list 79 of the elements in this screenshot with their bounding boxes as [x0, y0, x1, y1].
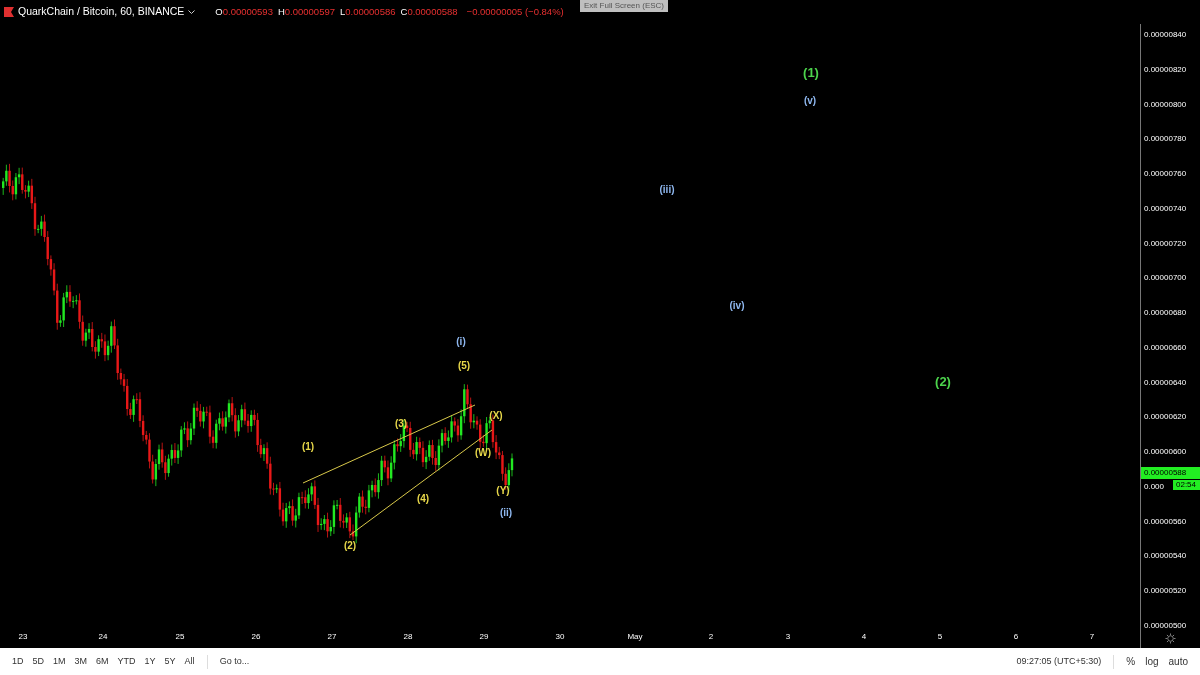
settings-icon[interactable] [1165, 632, 1176, 644]
time-tick-label: 26 [251, 633, 261, 641]
price-tick-label: 0.00000840 [1144, 31, 1187, 39]
range-button[interactable]: 1D [12, 654, 24, 669]
time-tick-label: 6 [1013, 633, 1019, 641]
price-tick-label: 0.00000680 [1144, 309, 1187, 318]
price-tick-label: 0.00000540 [1144, 552, 1187, 561]
time-tick-label: 29 [479, 633, 489, 641]
wave-label: (ii) [499, 508, 513, 518]
time-tick-label: May [627, 633, 643, 641]
time-tick-label: 30 [555, 633, 565, 641]
chart-pane[interactable]: (1) (2) (3) (4) (5) (X) (W) (Y) (i) (ii) (iii) (iv) (v) (1) (2) [0, 24, 1140, 628]
wave-label: (iii) [659, 185, 675, 195]
price-tick-label: 0.00000660 [1144, 343, 1187, 352]
goto-button[interactable]: Go to... [219, 654, 250, 669]
wave-label: (2) [343, 541, 357, 551]
price-tick-label: 0.00000700 [1144, 274, 1187, 283]
ohlc-value: C0.00000588 [400, 4, 458, 19]
chevron-down-icon[interactable] [188, 9, 196, 15]
wave-label: (X) [489, 411, 503, 421]
price-tick-label: 0.00000600 [1144, 448, 1187, 457]
symbol-title[interactable]: QuarkChain / Bitcoin, 60, BINANCE [18, 4, 185, 20]
price-tick-label: 0.00000760 [1144, 170, 1187, 179]
clock-text: 09:27:05 (UTC+5:30) [1016, 654, 1102, 668]
range-button[interactable]: 3M [74, 654, 88, 669]
time-tick-label: 2 [708, 633, 714, 641]
price-tick-label: 0.00000800 [1144, 100, 1187, 109]
price-tick-label: 0.00000820 [1144, 65, 1187, 74]
range-button[interactable]: 5Y [164, 654, 176, 669]
range-button[interactable]: 1M [53, 654, 66, 669]
range-button[interactable]: 1Y [144, 654, 156, 669]
scale-option[interactable]: % [1126, 654, 1136, 669]
scale-option[interactable]: log [1145, 654, 1159, 669]
wave-label: (4) [416, 494, 430, 504]
ohlc-value: O0.00000593 [215, 4, 273, 19]
price-tick-label: 0.00000780 [1144, 135, 1187, 144]
wave-label: (v) [803, 96, 817, 106]
price-change: −0.00000005 (−0.84%) [466, 4, 564, 19]
price-tick-label: 0.00000740 [1144, 204, 1187, 213]
ohlc-value: L0.00000586 [340, 4, 396, 19]
price-tick-label: 0.00000640 [1144, 378, 1187, 387]
time-tick-label: 28 [403, 633, 413, 641]
range-button[interactable]: 5D [32, 654, 45, 669]
price-tick-label: 0.00000620 [1144, 413, 1187, 422]
ohlc-value: H0.00000597 [277, 4, 335, 19]
price-tick-label: 0.000 [1144, 482, 1165, 491]
time-tick-label: 3 [785, 633, 791, 641]
wave-label: (2) [935, 374, 951, 388]
price-tick-label: 0.00000520 [1144, 587, 1187, 596]
price-tick-label: 0.00000720 [1144, 239, 1187, 248]
time-tick-label: 5 [937, 633, 943, 641]
price-tick-label: 0.00000500 [1144, 621, 1187, 630]
wave-label: (1) [301, 442, 315, 452]
exit-fullscreen-tooltip[interactable]: Exit Full Screen (ESC) [580, 0, 669, 12]
time-tick-label: 24 [98, 633, 108, 641]
wave-label: (i) [456, 337, 466, 347]
time-tick-label: 7 [1089, 633, 1095, 641]
last-price-badge: 0.00000588 [1141, 467, 1200, 479]
logo-icon [4, 7, 14, 17]
scale-option[interactable]: auto [1168, 654, 1188, 669]
wave-label: (iv) [729, 301, 745, 311]
time-tick-label: 23 [18, 633, 28, 641]
time-tick-label: 25 [175, 633, 185, 641]
range-button[interactable]: YTD [117, 654, 136, 669]
trend-line[interactable] [302, 404, 476, 484]
time-tick-label: 27 [327, 633, 337, 641]
wave-label: (Y) [496, 486, 510, 496]
price-tick-label: 0.00000560 [1144, 517, 1187, 526]
wave-label: (W) [474, 448, 492, 458]
time-tick-label: 4 [861, 633, 867, 641]
price-axis[interactable] [1140, 24, 1200, 628]
range-button[interactable]: All [184, 654, 195, 669]
wave-label: (3) [394, 419, 408, 429]
wave-label: (5) [457, 361, 471, 371]
countdown-badge: 02:54 [1173, 480, 1200, 490]
wave-label: (1) [803, 65, 819, 79]
time-axis[interactable]: 23 24 25 26 27 28 29 30 May 2 3 4 5 6 7 [0, 628, 1140, 648]
trend-line[interactable] [349, 429, 493, 536]
range-button[interactable]: 6M [96, 654, 109, 669]
